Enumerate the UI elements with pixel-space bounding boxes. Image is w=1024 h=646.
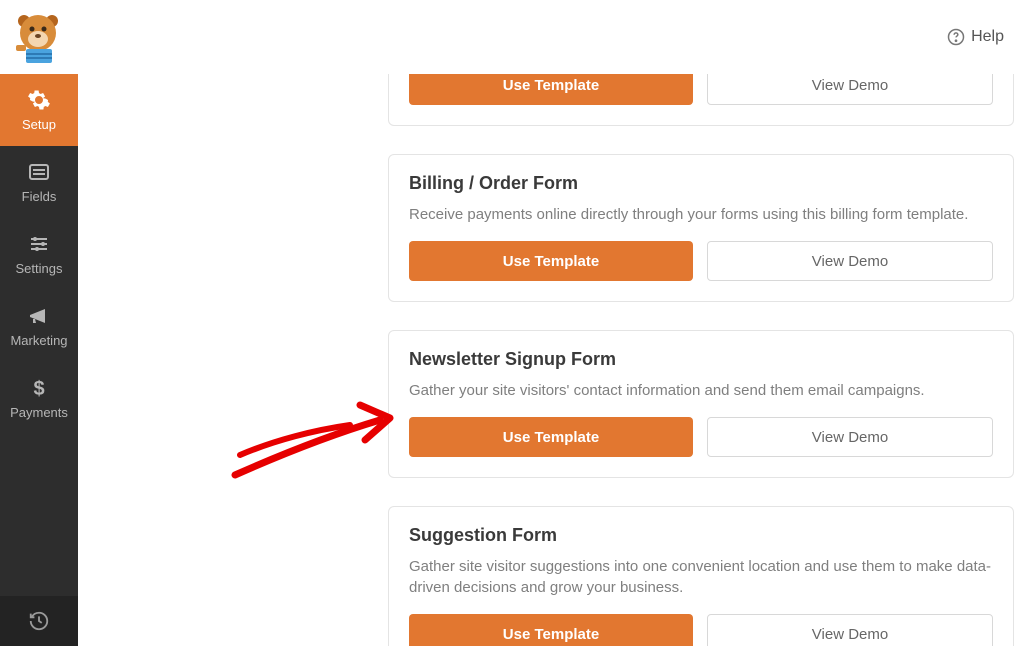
sidebar-item-fields[interactable]: Fields [0, 146, 78, 218]
template-description: Gather site visitor suggestions into one… [409, 556, 993, 598]
template-description: Gather your site visitors' contact infor… [409, 380, 993, 401]
dollar-icon: $ [27, 376, 51, 400]
template-list: Use Template View Demo Billing / Order F… [78, 74, 1024, 646]
list-icon [27, 160, 51, 184]
help-label: Help [971, 28, 1004, 46]
gear-icon [27, 88, 51, 112]
svg-text:$: $ [33, 378, 44, 400]
card-actions: Use Template View Demo [409, 241, 993, 281]
view-demo-button[interactable]: View Demo [707, 74, 993, 105]
card-actions: Use Template View Demo [409, 417, 993, 457]
card-actions: Use Template View Demo [409, 74, 993, 105]
template-title: Billing / Order Form [409, 173, 993, 194]
card-actions: Use Template View Demo [409, 614, 993, 646]
sidebar-nav: Setup Fields Settings Marketing $ Paymen… [0, 74, 78, 646]
sidebar-item-label: Fields [22, 189, 57, 204]
help-icon [947, 28, 965, 46]
sidebar-history-button[interactable] [0, 596, 78, 646]
sidebar-item-marketing[interactable]: Marketing [0, 290, 78, 362]
sidebar-item-settings[interactable]: Settings [0, 218, 78, 290]
sidebar-item-label: Setup [22, 117, 56, 132]
sliders-icon [27, 232, 51, 256]
use-template-button[interactable]: Use Template [409, 74, 693, 105]
sidebar-spacer [0, 434, 78, 596]
template-card-suggestion: Suggestion Form Gather site visitor sugg… [388, 506, 1014, 646]
template-card-billing: Billing / Order Form Receive payments on… [388, 154, 1014, 302]
template-title: Suggestion Form [409, 525, 993, 546]
template-description: Receive payments online directly through… [409, 204, 993, 225]
app-header: Help [0, 0, 1024, 74]
template-card: Use Template View Demo [388, 74, 1014, 126]
view-demo-button[interactable]: View Demo [707, 614, 993, 646]
use-template-button[interactable]: Use Template [409, 241, 693, 281]
bear-logo-icon [10, 9, 66, 65]
template-card-newsletter: Newsletter Signup Form Gather your site … [388, 330, 1014, 478]
history-icon [28, 610, 50, 632]
sidebar-item-label: Payments [10, 405, 68, 420]
view-demo-button[interactable]: View Demo [707, 241, 993, 281]
use-template-button[interactable]: Use Template [409, 417, 693, 457]
sidebar-item-label: Marketing [10, 333, 67, 348]
sidebar-item-setup[interactable]: Setup [0, 74, 78, 146]
app-logo [10, 9, 66, 65]
help-link[interactable]: Help [947, 28, 1004, 46]
use-template-button[interactable]: Use Template [409, 614, 693, 646]
megaphone-icon [27, 304, 51, 328]
view-demo-button[interactable]: View Demo [707, 417, 993, 457]
template-title: Newsletter Signup Form [409, 349, 993, 370]
sidebar-item-payments[interactable]: $ Payments [0, 362, 78, 434]
sidebar-item-label: Settings [16, 261, 63, 276]
